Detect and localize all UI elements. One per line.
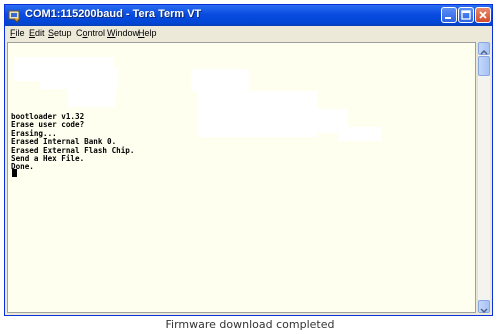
scroll-down-button[interactable] [478, 300, 490, 314]
maximize-button[interactable] [458, 7, 474, 23]
tera-term-window: COM1:115200baud - Tera Term VT File Edit… [4, 4, 493, 316]
window-title: COM1:115200baud - Tera Term VT [25, 8, 202, 20]
menu-control[interactable]: Control [76, 28, 105, 38]
redacted-area [40, 67, 118, 89]
menu-help[interactable]: Help [138, 28, 157, 38]
redacted-area [198, 91, 318, 137]
terminal-screen[interactable]: bootloader v1.32 Erase user code? Erasin… [7, 42, 476, 313]
figure-caption: Firmware download completed [165, 318, 335, 331]
menu-window-key: W [107, 28, 116, 38]
menu-control-rest: ntrol [87, 28, 106, 38]
menu-file-rest: ile [15, 28, 25, 38]
tera-term-app-icon[interactable] [8, 8, 22, 23]
menu-setup-rest: etup [54, 28, 72, 38]
menu-setup[interactable]: Setup [48, 28, 72, 38]
terminal-line: Done. [11, 162, 34, 172]
text-cursor [12, 169, 17, 177]
menu-help-rest: elp [144, 28, 157, 38]
chevron-down-icon [480, 308, 488, 314]
menu-bar: File Edit Setup Control Window Help [5, 26, 492, 41]
scrollbar-thumb[interactable] [478, 56, 490, 76]
minimize-icon [445, 17, 451, 19]
minimize-button[interactable] [441, 7, 457, 23]
terminal-output: bootloader v1.32 Erase user code? Erasin… [11, 112, 134, 172]
title-bar[interactable]: COM1:115200baud - Tera Term VT [5, 5, 492, 26]
maximize-icon [461, 10, 471, 20]
menu-edit-rest: dit [35, 28, 45, 38]
close-icon [479, 11, 487, 19]
menu-window[interactable]: Window [107, 28, 139, 38]
scroll-up-button[interactable] [478, 42, 490, 55]
redacted-area [191, 69, 249, 91]
redacted-area [68, 89, 116, 107]
close-button[interactable] [475, 7, 491, 23]
menu-edit[interactable]: Edit [29, 28, 45, 38]
menu-file[interactable]: File [10, 28, 25, 38]
redacted-area [338, 127, 382, 141]
vertical-scrollbar[interactable] [477, 42, 490, 314]
menu-window-rest: indow [115, 28, 140, 38]
